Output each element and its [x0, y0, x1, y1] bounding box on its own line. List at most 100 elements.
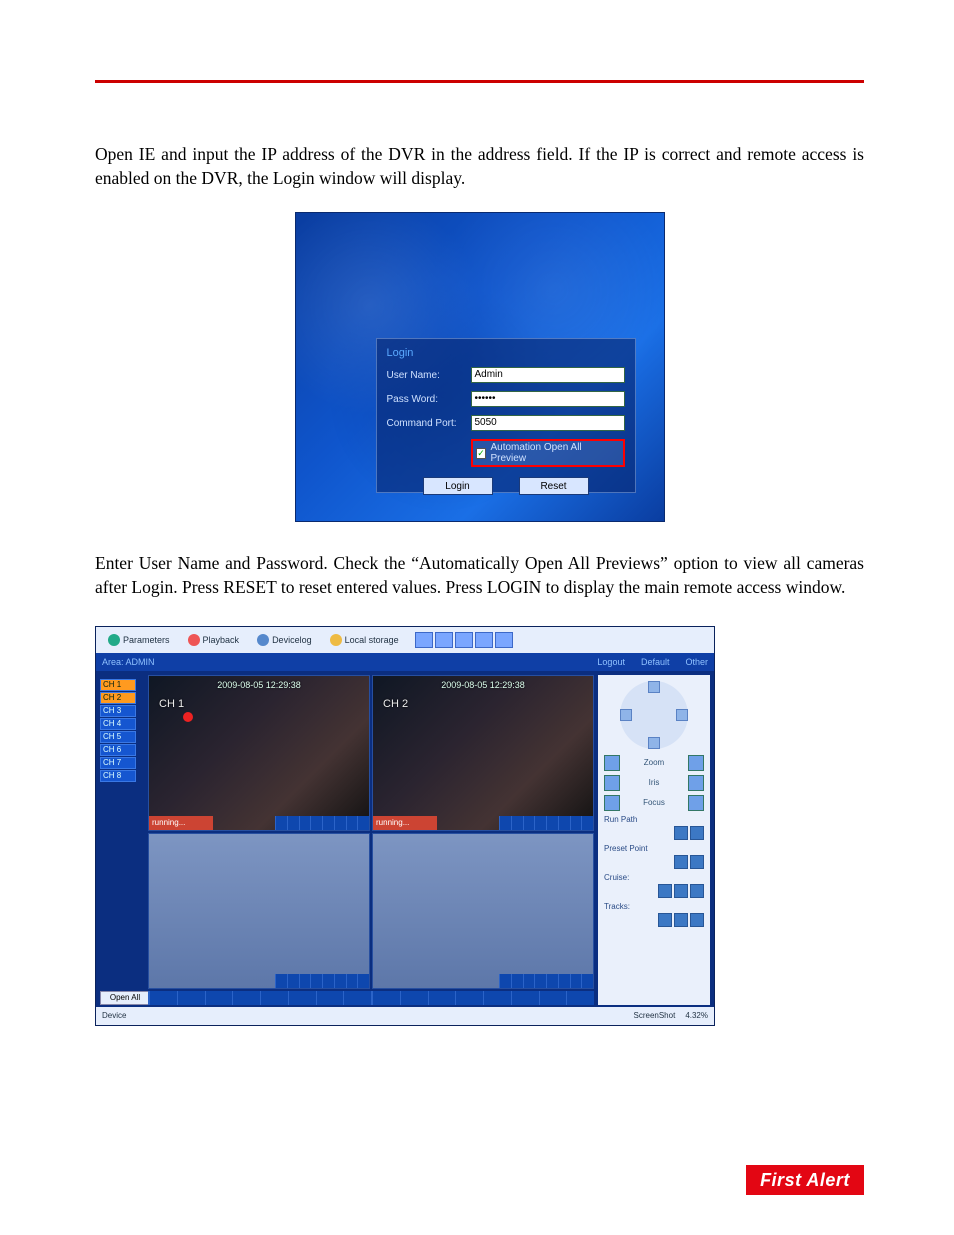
- zoom-label: Zoom: [644, 758, 664, 767]
- login-title: Login: [387, 347, 625, 359]
- ch2-timestamp: 2009-08-05 12:29:38: [441, 680, 525, 690]
- password-label: Pass Word:: [387, 394, 465, 405]
- run-path-btn1[interactable]: [674, 826, 688, 840]
- ptz-down-icon[interactable]: [648, 737, 660, 749]
- ptz-right-icon[interactable]: [676, 709, 688, 721]
- sidebar-ch7[interactable]: CH 7: [100, 757, 136, 769]
- login-button[interactable]: Login: [423, 477, 493, 495]
- grid-lower-toolbar: [148, 991, 594, 1005]
- open-all-button[interactable]: Open All: [100, 991, 150, 1005]
- tab-devicelog-label: Devicelog: [272, 635, 312, 645]
- preset-btn2[interactable]: [690, 855, 704, 869]
- username-label: User Name:: [387, 370, 465, 381]
- auto-open-all-preview-option[interactable]: ✓ Automation Open All Preview: [471, 439, 625, 467]
- default-link[interactable]: Default: [641, 657, 670, 667]
- tab-local-label: Local storage: [345, 635, 399, 645]
- layout-4-icon[interactable]: [435, 632, 453, 648]
- video-cell-idle-2[interactable]: [372, 833, 594, 989]
- ch1-status: running...: [149, 816, 213, 830]
- tab-parameters[interactable]: Parameters: [102, 631, 176, 649]
- auto-open-label: Automation Open All Preview: [490, 442, 619, 464]
- paragraph-2: Enter User Name and Password. Check the …: [95, 552, 864, 599]
- preset-btn1[interactable]: [674, 855, 688, 869]
- ch1-timestamp: 2009-08-05 12:29:38: [217, 680, 301, 690]
- reset-button[interactable]: Reset: [519, 477, 589, 495]
- run-path-btn2[interactable]: [690, 826, 704, 840]
- video-cell-ch2[interactable]: 2009-08-05 12:29:38 CH 2 running...: [372, 675, 594, 831]
- command-port-label: Command Port:: [387, 418, 465, 429]
- remote-access-screenshot: Parameters Playback Devicelog Local stor…: [95, 626, 715, 1026]
- ptz-up-icon[interactable]: [648, 681, 660, 693]
- focus-label: Focus: [643, 798, 665, 807]
- red-horizontal-rule: [95, 80, 864, 83]
- status-screenshot[interactable]: ScreenShot: [634, 1011, 676, 1020]
- layout-9-icon[interactable]: [455, 632, 473, 648]
- ptz-direction-wheel[interactable]: [620, 681, 688, 749]
- idle2-toolbar[interactable]: [499, 974, 593, 988]
- cruise-label: Cruise:: [604, 873, 704, 882]
- layout-icons: [415, 632, 513, 648]
- sidebar-ch3[interactable]: CH 3: [100, 705, 136, 717]
- tracks-btn2[interactable]: [674, 913, 688, 927]
- params-icon: [108, 634, 120, 646]
- tracks-btn1[interactable]: [658, 913, 672, 927]
- ch2-toolbar[interactable]: [499, 816, 593, 830]
- focus-near-icon[interactable]: [604, 795, 620, 811]
- sidebar-ch4[interactable]: CH 4: [100, 718, 136, 730]
- tracks-label: Tracks:: [604, 902, 704, 911]
- tab-devicelog[interactable]: Devicelog: [251, 631, 318, 649]
- ptz-left-icon[interactable]: [620, 709, 632, 721]
- paragraph-1: Open IE and input the IP address of the …: [95, 143, 864, 190]
- zoom-in-icon[interactable]: [688, 755, 704, 771]
- layout-list-icon[interactable]: [495, 632, 513, 648]
- address-row: Area: ADMIN Logout Default Other: [96, 653, 714, 671]
- zoom-out-icon[interactable]: [604, 755, 620, 771]
- iris-label: Iris: [649, 778, 660, 787]
- sidebar-ch8[interactable]: CH 8: [100, 770, 136, 782]
- layout-1-icon[interactable]: [415, 632, 433, 648]
- ch2-status: running...: [373, 816, 437, 830]
- focus-far-icon[interactable]: [688, 795, 704, 811]
- username-input[interactable]: Admin: [471, 367, 625, 383]
- sidebar-ch1[interactable]: CH 1: [100, 679, 136, 691]
- video-cell-idle-1[interactable]: [148, 833, 370, 989]
- password-input[interactable]: ••••••: [471, 391, 625, 407]
- video-cell-ch1[interactable]: 2009-08-05 12:29:38 CH 1 running...: [148, 675, 370, 831]
- record-icon: [183, 712, 193, 722]
- other-link[interactable]: Other: [685, 657, 708, 667]
- sidebar-ch5[interactable]: CH 5: [100, 731, 136, 743]
- tab-parameters-label: Parameters: [123, 635, 170, 645]
- idle1-toolbar[interactable]: [275, 974, 369, 988]
- sidebar-ch6[interactable]: CH 6: [100, 744, 136, 756]
- tab-playback-label: Playback: [203, 635, 240, 645]
- run-path-label: Run Path: [604, 815, 704, 824]
- cruise-btn1[interactable]: [658, 884, 672, 898]
- sidebar-ch2[interactable]: CH 2: [100, 692, 136, 704]
- ch1-label: CH 1: [159, 698, 184, 710]
- area-label: Area: ADMIN: [102, 657, 155, 667]
- iris-open-icon[interactable]: [688, 775, 704, 791]
- top-toolbar: Parameters Playback Devicelog Local stor…: [96, 627, 714, 653]
- cruise-btn3[interactable]: [690, 884, 704, 898]
- ch1-toolbar[interactable]: [275, 816, 369, 830]
- playback-icon: [188, 634, 200, 646]
- ch2-label: CH 2: [383, 698, 408, 710]
- iris-close-icon[interactable]: [604, 775, 620, 791]
- login-screenshot: Login User Name: Admin Pass Word: ••••••…: [295, 212, 665, 522]
- tab-local-storage[interactable]: Local storage: [324, 631, 405, 649]
- video-grid: 2009-08-05 12:29:38 CH 1 running... 2009…: [148, 675, 594, 989]
- ptz-panel: Zoom Iris Focus Run Path Preset Point Cr…: [598, 675, 710, 1005]
- tab-playback[interactable]: Playback: [182, 631, 246, 649]
- login-panel: Login User Name: Admin Pass Word: ••••••…: [376, 338, 636, 493]
- tracks-btn3[interactable]: [690, 913, 704, 927]
- command-port-input[interactable]: 5050: [471, 415, 625, 431]
- status-bar: Device ScreenShot 4.32%: [96, 1007, 714, 1025]
- cruise-btn2[interactable]: [674, 884, 688, 898]
- checkbox-icon[interactable]: ✓: [476, 448, 487, 459]
- channel-sidebar: CH 1 CH 2 CH 3 CH 4 CH 5 CH 6 CH 7 CH 8: [100, 679, 144, 783]
- layout-16-icon[interactable]: [475, 632, 493, 648]
- logout-link[interactable]: Logout: [597, 657, 625, 667]
- status-device: Device: [102, 1011, 126, 1020]
- devicelog-icon: [257, 634, 269, 646]
- status-percent: 4.32%: [685, 1011, 708, 1020]
